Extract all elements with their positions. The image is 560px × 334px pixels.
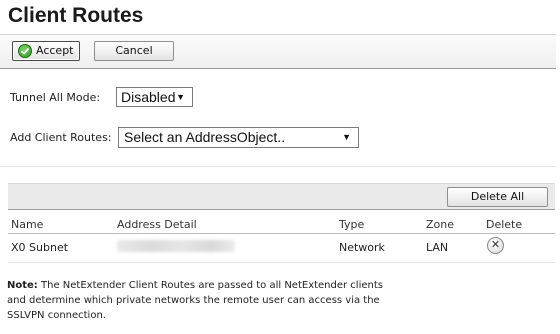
row-address-detail-blurred xyxy=(117,240,235,252)
add-client-routes-value: Select an AddressObject.. xyxy=(124,129,286,145)
column-header-name[interactable]: Name xyxy=(11,218,43,231)
dropdown-arrow-icon: ▼ xyxy=(176,92,185,102)
column-header-delete: Delete xyxy=(486,218,523,231)
table-header-divider xyxy=(8,233,555,234)
action-toolbar: Accept Cancel xyxy=(0,34,556,69)
page-title: Client Routes xyxy=(8,4,144,27)
delete-all-button[interactable]: Delete All xyxy=(447,187,548,207)
row-zone-cell: LAN xyxy=(426,241,449,254)
close-circle-icon[interactable]: ✕ xyxy=(487,237,504,254)
note-text: Note: The NetExtender Client Routes are … xyxy=(7,278,387,323)
column-header-type[interactable]: Type xyxy=(339,218,364,231)
tunnel-all-mode-value: Disabled xyxy=(121,89,176,105)
note-label: Note: xyxy=(7,280,38,291)
column-header-zone[interactable]: Zone xyxy=(426,218,454,231)
table-toolbar: Delete All xyxy=(8,183,555,210)
cancel-button[interactable]: Cancel xyxy=(94,41,174,61)
accept-button[interactable]: Accept xyxy=(12,41,80,61)
add-client-routes-select[interactable]: Select an AddressObject.. ▼ xyxy=(118,127,359,148)
accept-button-label: Accept xyxy=(36,44,74,57)
dropdown-arrow-icon: ▼ xyxy=(342,132,351,142)
tunnel-all-mode-select[interactable]: Disabled ▼ xyxy=(116,87,193,107)
tunnel-all-mode-label: Tunnel All Mode: xyxy=(10,91,101,104)
note-body: The NetExtender Client Routes are passed… xyxy=(7,280,383,321)
add-client-routes-label: Add Client Routes: xyxy=(10,131,112,144)
row-name-cell: X0 Subnet xyxy=(11,241,69,254)
column-header-address-detail[interactable]: Address Detail xyxy=(117,218,197,231)
check-circle-icon xyxy=(18,44,32,58)
row-type-cell: Network xyxy=(339,241,385,254)
table-row-divider xyxy=(8,262,555,263)
section-divider xyxy=(0,166,556,167)
